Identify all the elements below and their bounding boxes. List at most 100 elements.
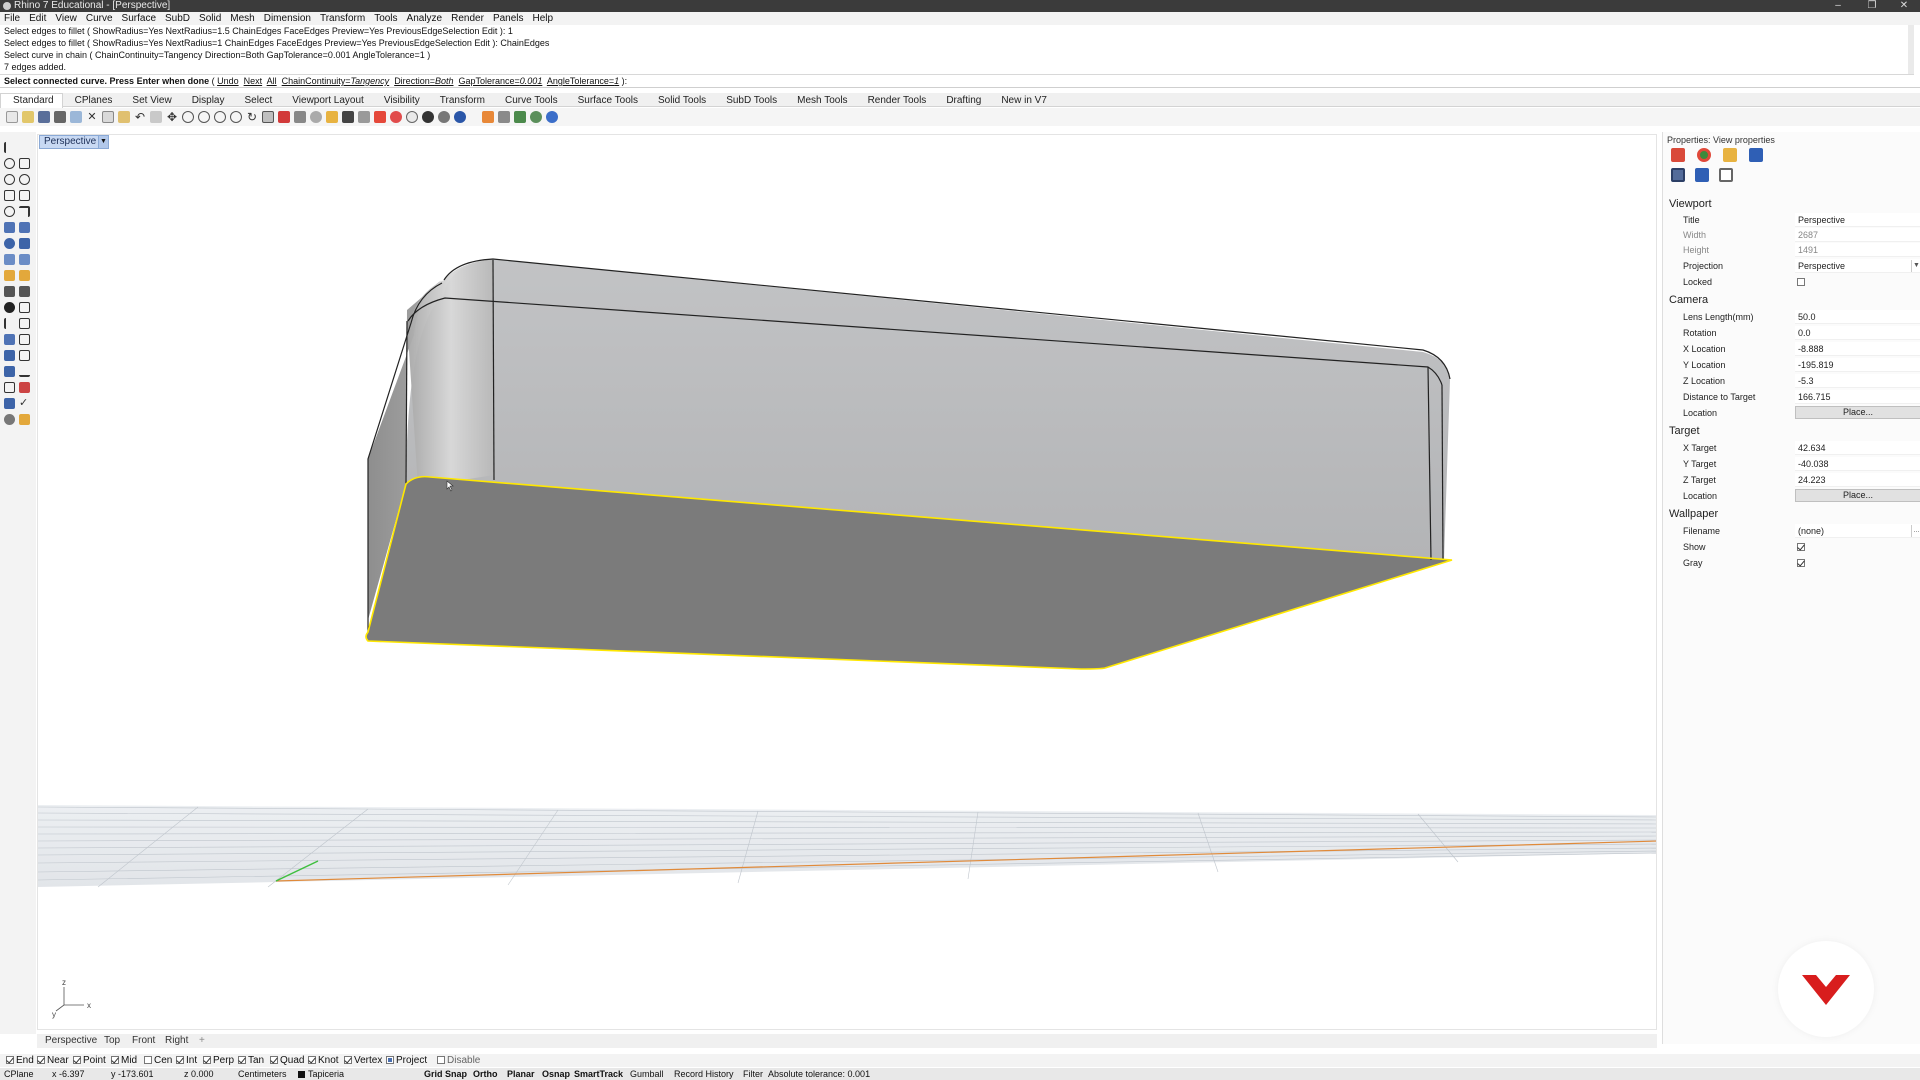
status-grid-snap[interactable]: Grid Snap	[424, 1068, 467, 1080]
tab-render-tools[interactable]: Render Tools	[856, 94, 935, 108]
close-icon[interactable]: ✕	[1892, 0, 1916, 12]
tab-drafting[interactable]: Drafting	[934, 94, 989, 108]
osnap-int-checkbox[interactable]	[176, 1056, 184, 1064]
texture-tab-icon[interactable]	[1723, 148, 1737, 162]
command-history-scrollbar[interactable]	[1908, 25, 1914, 74]
camera-tab-icon[interactable]	[1671, 168, 1685, 182]
prop-z-location-field[interactable]: -5.3	[1795, 374, 1920, 388]
join-icon[interactable]	[4, 302, 15, 313]
osnap-perp-checkbox[interactable]	[203, 1056, 211, 1064]
menu-transform[interactable]: Transform	[316, 12, 370, 25]
camera-place-button[interactable]: Place...	[1795, 406, 1920, 419]
status-osnap[interactable]: Osnap	[542, 1068, 570, 1080]
tab-select[interactable]: Select	[233, 94, 281, 108]
tab-surface-tools[interactable]: Surface Tools	[566, 94, 646, 108]
dimension-icon[interactable]	[19, 334, 30, 345]
command-prompt[interactable]: Select connected curve. Press Enter when…	[0, 75, 1920, 88]
minimize-icon[interactable]: –	[1826, 0, 1850, 12]
status-units[interactable]: Centimeters	[238, 1068, 287, 1080]
move-icon[interactable]	[4, 318, 15, 329]
tab-curve-tools[interactable]: Curve Tools	[493, 94, 566, 108]
tab-mesh-tools[interactable]: Mesh Tools	[785, 94, 855, 108]
status-planar[interactable]: Planar	[507, 1068, 535, 1080]
copy-icon[interactable]	[102, 111, 114, 123]
status-gumball[interactable]: Gumball	[630, 1068, 664, 1080]
perspective-viewport[interactable]: z x y Perspective ▼	[37, 134, 1657, 1030]
status-cplane[interactable]: CPlane	[4, 1068, 34, 1080]
menu-panels[interactable]: Panels	[489, 12, 529, 25]
tab-front[interactable]: Front	[132, 1034, 155, 1048]
prop-filename-field[interactable]: (none)...	[1795, 524, 1920, 538]
prop-lens-field[interactable]: 50.0	[1795, 310, 1920, 324]
menu-help[interactable]: Help	[529, 12, 559, 25]
menu-curve[interactable]: Curve	[82, 12, 118, 25]
analyze-icon[interactable]	[19, 366, 30, 377]
osnap-int[interactable]: Int	[176, 1054, 197, 1067]
undo-icon[interactable]: ↶	[134, 111, 146, 123]
help-icon[interactable]	[546, 111, 558, 123]
osnap-project[interactable]: Project	[386, 1054, 427, 1067]
option-undo[interactable]: Undo	[217, 76, 239, 86]
viewport-menu-chevron-icon[interactable]: ▼	[98, 135, 109, 149]
object-properties-icon[interactable]	[390, 111, 402, 123]
pan-icon[interactable]	[150, 111, 162, 123]
snapshots-icon[interactable]	[530, 111, 542, 123]
paste-icon[interactable]	[118, 111, 130, 123]
tab-standard[interactable]: Standard	[0, 93, 63, 108]
osnap-mid-checkbox[interactable]	[111, 1056, 119, 1064]
menu-dimension[interactable]: Dimension	[260, 12, 316, 25]
zoom-selected-icon[interactable]	[230, 111, 242, 123]
target-place-button[interactable]: Place...	[1795, 489, 1920, 502]
osnap-point[interactable]: Point	[73, 1054, 106, 1067]
layers-icon[interactable]	[374, 111, 386, 123]
prop-title-field[interactable]: Perspective	[1795, 213, 1920, 227]
osnap-tan-checkbox[interactable]	[238, 1056, 246, 1064]
osnap-vertex-checkbox[interactable]	[344, 1056, 352, 1064]
osnap-disable[interactable]: Disable	[437, 1054, 480, 1067]
prop-gray-checkbox[interactable]	[1797, 559, 1805, 567]
open-file-icon[interactable]	[22, 111, 34, 123]
lock-objects-icon[interactable]	[358, 111, 370, 123]
surface-icon[interactable]	[4, 222, 15, 233]
option-gap-tolerance[interactable]: GapTolerance=0.001	[459, 76, 543, 86]
import-icon[interactable]	[70, 111, 82, 123]
display-tab-icon[interactable]	[1695, 168, 1709, 182]
osnap-near[interactable]: Near	[37, 1054, 69, 1067]
prop-show-checkbox[interactable]	[1797, 543, 1805, 551]
prop-rotation-field[interactable]: 0.0	[1795, 326, 1920, 340]
select-arrow-icon[interactable]	[4, 142, 15, 153]
rendered-icon[interactable]	[438, 111, 450, 123]
solid-icon[interactable]	[4, 238, 15, 249]
rectangle-icon[interactable]	[19, 190, 30, 201]
set-view-icon[interactable]	[294, 111, 306, 123]
hide-objects-icon[interactable]	[342, 111, 354, 123]
arc-icon[interactable]	[4, 190, 15, 201]
wireframe-icon[interactable]	[406, 111, 418, 123]
menu-view[interactable]: View	[51, 12, 82, 25]
osnap-vertex[interactable]: Vertex	[344, 1054, 382, 1067]
options-gear-icon[interactable]	[498, 111, 510, 123]
grid-icon[interactable]	[4, 382, 15, 393]
osnap-cen-checkbox[interactable]	[144, 1056, 152, 1064]
polyline-icon[interactable]	[19, 158, 30, 169]
render-object-icon[interactable]	[4, 414, 15, 425]
new-file-icon[interactable]	[6, 111, 18, 123]
zoom-extents-icon[interactable]	[214, 111, 226, 123]
osnap-cen[interactable]: Cen	[144, 1054, 172, 1067]
material-tab-icon[interactable]	[1697, 148, 1711, 162]
osnap-end[interactable]: End	[6, 1054, 34, 1067]
copy-object-icon[interactable]	[19, 318, 30, 329]
menu-mesh[interactable]: Mesh	[226, 12, 259, 25]
subd-icon[interactable]	[19, 254, 30, 265]
fillet-edge-icon[interactable]	[19, 270, 30, 281]
light-icon[interactable]	[482, 111, 494, 123]
chevron-down-icon[interactable]: ▼	[1911, 260, 1920, 272]
command-history[interactable]: Select edges to fillet ( ShowRadius=Yes …	[0, 25, 1914, 75]
tab-perspective[interactable]: Perspective	[45, 1034, 97, 1048]
status-record-history[interactable]: Record History	[674, 1068, 734, 1080]
tab-solid-tools[interactable]: Solid Tools	[646, 94, 714, 108]
dimension-angle-icon[interactable]	[19, 382, 30, 393]
render-icon[interactable]	[454, 111, 466, 123]
check-icon[interactable]: ✓	[19, 398, 30, 409]
select-all-icon[interactable]	[326, 111, 338, 123]
